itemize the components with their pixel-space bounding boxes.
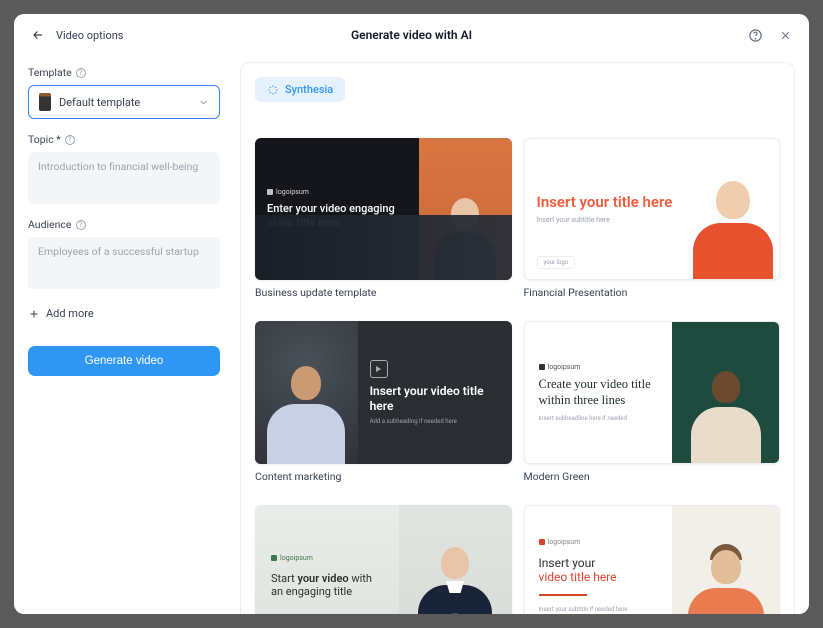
add-more-button[interactable]: Add more — [28, 303, 220, 324]
info-icon[interactable]: ? — [76, 68, 86, 78]
template-card-financial-presentation[interactable]: Insert your title here Insert your subti… — [524, 138, 781, 299]
thumb-main-text-2: video title here — [539, 570, 659, 584]
ai-video-modal: Video options Generate video with AI Tem… — [14, 14, 809, 614]
presenter-avatar — [690, 175, 776, 279]
info-icon[interactable]: ? — [76, 220, 86, 230]
template-thumb: logoipsum Enter your video engaging vide… — [255, 138, 512, 280]
generate-video-button[interactable]: Generate video — [28, 346, 220, 376]
logo-text: logoipsum — [539, 363, 659, 371]
audience-input[interactable] — [28, 237, 220, 289]
presenter-avatar — [414, 539, 496, 614]
thumb-sub-text: Insert subheadline here if needed — [539, 415, 659, 422]
template-thumb: logoipsum Start your video with an engag… — [255, 505, 512, 614]
template-select[interactable]: Default template — [28, 85, 220, 119]
template-field: Template ? Default template — [28, 66, 220, 119]
template-card-business-update[interactable]: logoipsum Enter your video engaging vide… — [255, 138, 512, 299]
thumb-main-text: Create your video title within three lin… — [539, 377, 659, 408]
template-thumb: Insert your video title here Add a subhe… — [255, 321, 512, 463]
sparkle-icon — [267, 84, 279, 96]
topic-field: Topic * ? — [28, 133, 220, 204]
template-card-weekly-business-update[interactable]: logoipsum Insert your video title here I… — [524, 505, 781, 614]
template-title: Content marketing — [255, 470, 512, 483]
info-icon[interactable]: ? — [65, 135, 75, 145]
template-title: Financial Presentation — [524, 286, 781, 299]
modal-title: Generate video with AI — [351, 28, 472, 42]
logo-text: your logo — [537, 256, 576, 269]
back-button[interactable] — [28, 25, 48, 45]
presenter-avatar — [264, 358, 348, 464]
options-sidebar: Template ? Default template Topic * ? — [14, 56, 234, 614]
template-label: Template — [28, 66, 72, 79]
template-thumb: Insert your title here Insert your subti… — [524, 138, 781, 280]
template-card-modern-green[interactable]: logoipsum Create your video title within… — [524, 321, 781, 482]
template-thumb: logoipsum Create your video title within… — [524, 321, 781, 463]
presenter-avatar — [688, 363, 764, 463]
template-card-content-marketing[interactable]: Insert your video title here Add a subhe… — [255, 321, 512, 482]
close-icon[interactable] — [775, 25, 795, 45]
accent-underline — [539, 594, 587, 596]
help-icon[interactable] — [745, 25, 765, 45]
thumb-sub-text: Insert your subtitle here — [537, 216, 676, 224]
presenter-avatar — [685, 542, 767, 614]
template-title: Modern Green — [524, 470, 781, 483]
template-thumb-icon — [39, 93, 51, 111]
template-value: Default template — [59, 96, 190, 109]
thumb-main-text: Insert your title here — [537, 194, 676, 211]
thumb-sub-text: Insert your subtitle if needed here — [539, 606, 659, 613]
thumb-main-text: Insert your video title here — [370, 384, 500, 414]
modal-header: Video options Generate video with AI — [14, 14, 809, 56]
template-card-office-interior[interactable]: logoipsum Start your video with an engag… — [255, 505, 512, 614]
thumb-main-text-1: Insert your — [539, 556, 659, 570]
thumb-sub-text: Add a subheading if needed here — [370, 418, 457, 425]
ai-provider-pill[interactable]: Synthesia — [255, 77, 345, 102]
logo-text: logoipsum — [267, 188, 407, 196]
audience-field: Audience ? — [28, 218, 220, 289]
ai-provider-label: Synthesia — [285, 83, 333, 96]
add-more-label: Add more — [46, 307, 94, 320]
logo-text: logoipsum — [271, 554, 383, 562]
header-section-label: Video options — [56, 29, 123, 42]
logo-text: logoipsum — [539, 538, 659, 546]
topic-label: Topic * — [28, 133, 61, 146]
topic-input[interactable] — [28, 152, 220, 204]
audience-label: Audience — [28, 218, 72, 231]
thumb-main-text: Start your video with an engaging title — [271, 572, 383, 598]
template-thumb: logoipsum Insert your video title here I… — [524, 505, 781, 614]
chevron-down-icon — [198, 97, 209, 108]
template-title: Business update template — [255, 286, 512, 299]
template-gallery: Synthesia logoipsum Enter your video eng… — [234, 56, 809, 614]
play-icon — [370, 360, 388, 378]
